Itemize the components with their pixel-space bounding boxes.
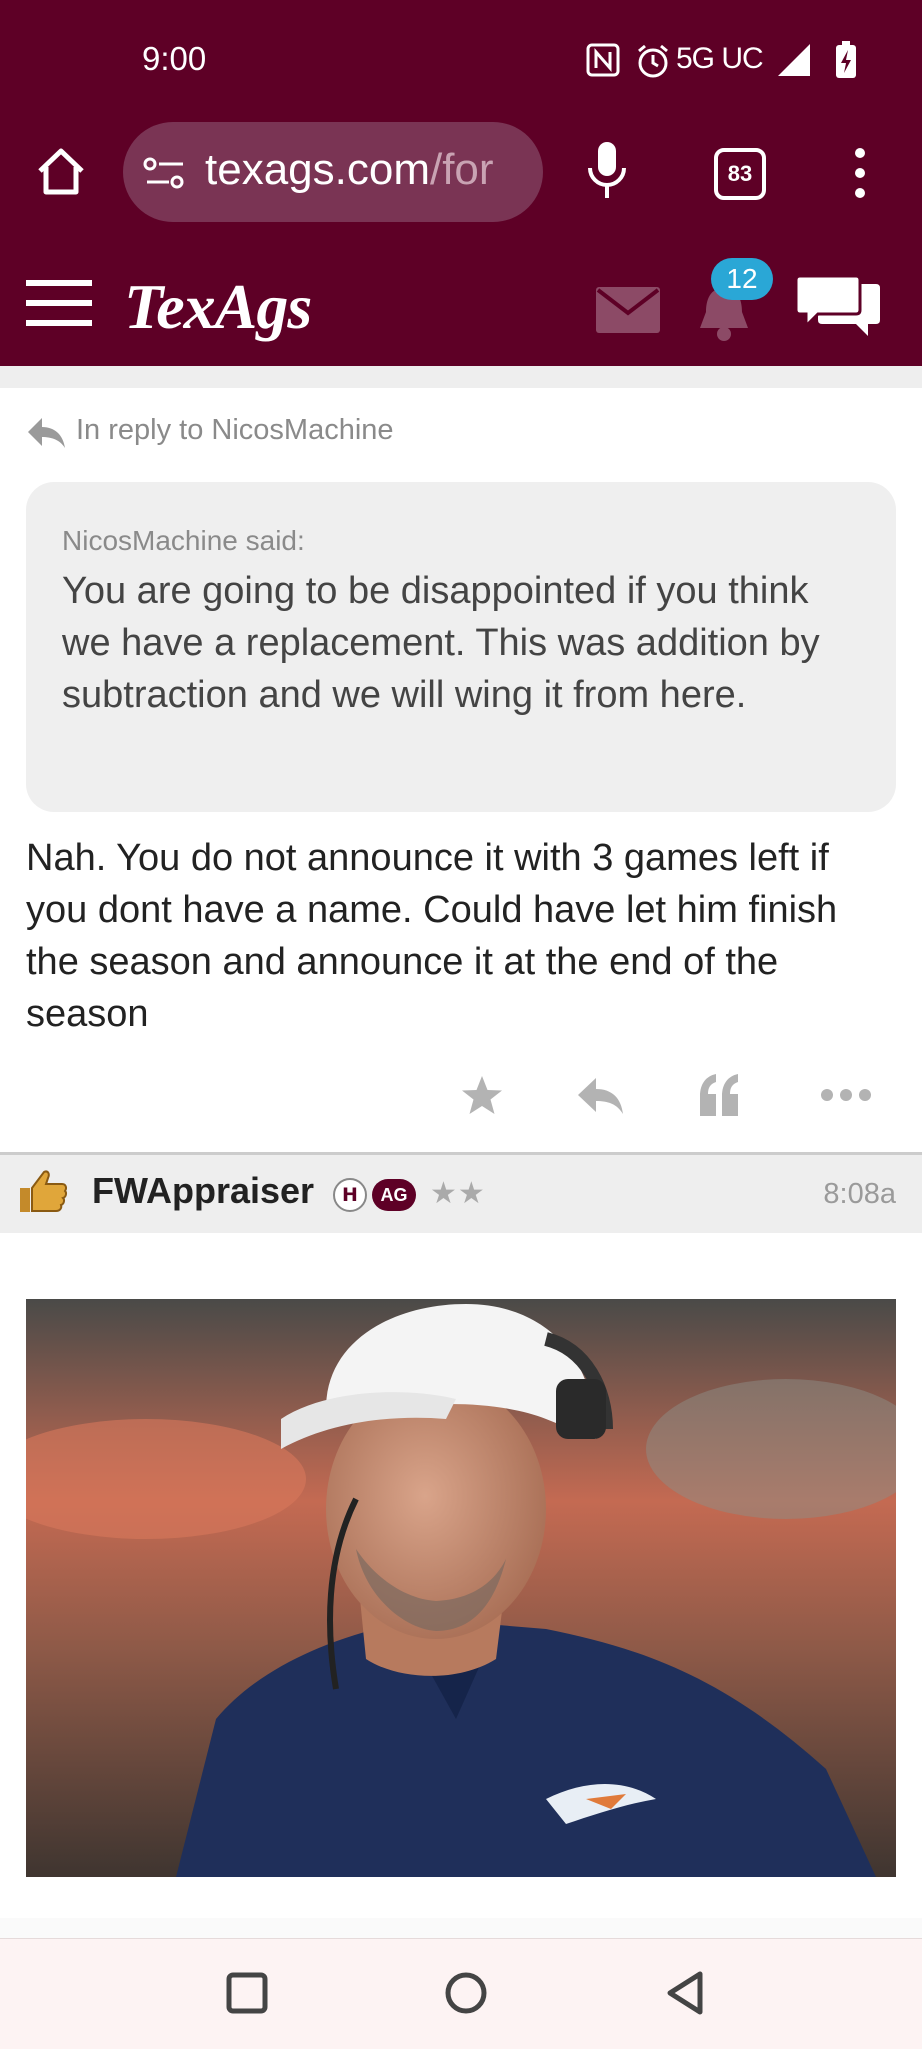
- quote-text: You are going to be disappointed if you …: [62, 570, 820, 716]
- status-time: 9:00: [142, 40, 207, 77]
- more-vert-icon[interactable]: [847, 146, 873, 200]
- next-post-actions-partial: [0, 1918, 922, 1938]
- notification-count-badge: 12: [711, 258, 773, 300]
- badge-ag: AG: [372, 1179, 416, 1211]
- quote-icon[interactable]: [698, 1072, 742, 1116]
- site-info-icon[interactable]: [143, 154, 187, 194]
- back-triangle-icon[interactable]: [664, 1970, 706, 2016]
- post-time: 8:08a: [823, 1178, 896, 1210]
- coach-photo: [26, 1299, 896, 1877]
- author-name[interactable]: FWAppraiser: [92, 1170, 314, 1212]
- url-text[interactable]: texags.com/for: [205, 145, 523, 195]
- alarm-icon: [638, 44, 668, 78]
- home-icon[interactable]: [34, 145, 88, 199]
- more-horiz-icon[interactable]: [820, 1088, 872, 1102]
- quote-author: NicosMachine said:: [62, 525, 305, 556]
- home-circle-icon[interactable]: [444, 1971, 488, 2015]
- nfc-icon: [586, 43, 620, 77]
- site-logo[interactable]: TexAgs: [124, 270, 312, 344]
- badge-h: H: [333, 1178, 367, 1212]
- mail-icon[interactable]: [596, 287, 660, 333]
- reply-arrow-icon: [28, 418, 65, 448]
- hamburger-menu-icon[interactable]: [26, 278, 92, 328]
- in-reply-to-link[interactable]: In reply to NicosMachine: [76, 414, 394, 447]
- reply-icon[interactable]: [576, 1076, 624, 1116]
- tabs-icon[interactable]: 83: [714, 148, 766, 200]
- mic-icon[interactable]: [585, 140, 629, 202]
- star-icon[interactable]: [460, 1074, 504, 1118]
- post-divider: [0, 366, 922, 388]
- thumbs-up-avatar-icon[interactable]: [16, 1168, 68, 1214]
- battery-charging-icon: [836, 41, 856, 78]
- chat-icon[interactable]: [796, 272, 882, 342]
- network-label: 5G UC: [676, 42, 764, 75]
- post-body: Nah. You do not announce it with 3 games…: [26, 837, 838, 1035]
- recents-square-icon[interactable]: [226, 1972, 268, 2014]
- signal-icon: [778, 44, 810, 76]
- rating-stars: ★★: [430, 1176, 486, 1211]
